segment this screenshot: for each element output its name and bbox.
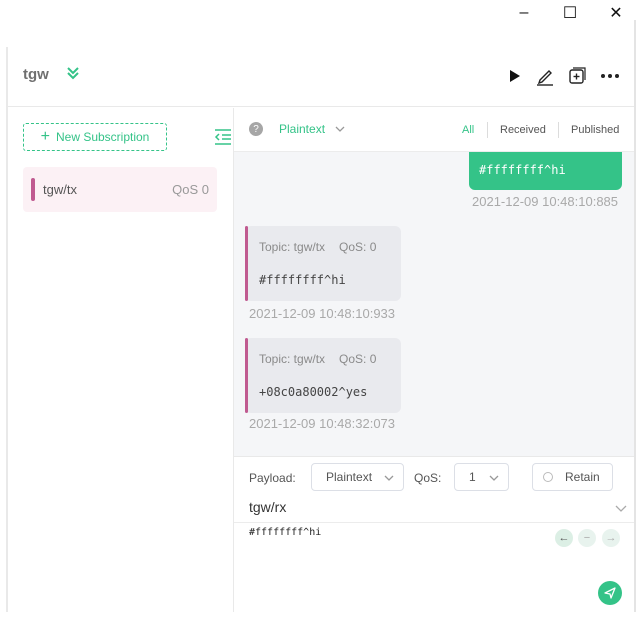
- filter-received[interactable]: Received: [500, 124, 546, 136]
- subscription-item[interactable]: tgw/tx QoS 0: [23, 167, 217, 212]
- message-qos: QoS: 0: [339, 352, 377, 366]
- subscription-sidebar: + New Subscription tgw/tx QoS 0: [8, 108, 234, 612]
- connection-name: tgw: [23, 66, 49, 83]
- new-subscription-button[interactable]: + New Subscription: [23, 123, 167, 151]
- new-window-icon: [569, 67, 586, 84]
- retain-toggle[interactable]: Retain: [532, 463, 613, 491]
- chevrons-down-icon[interactable]: [66, 65, 80, 81]
- minimize-icon: –: [519, 4, 529, 21]
- message-time: 2021-12-09 10:48:10:933: [249, 306, 396, 321]
- filter-published[interactable]: Published: [571, 124, 619, 136]
- filter-all[interactable]: All: [462, 124, 474, 136]
- qos-select[interactable]: 1: [454, 463, 509, 491]
- topic-input[interactable]: tgw/rx: [249, 499, 286, 515]
- publish-composer: Payload: Plaintext QoS: 1 Retain tgw/rx …: [234, 456, 634, 612]
- message-topic: Topic: tgw/tx: [259, 240, 326, 254]
- message-bubble-incoming[interactable]: Topic: tgw/tx QoS: 0 +08c0a80002^yes: [245, 338, 401, 413]
- message-bubble-outgoing[interactable]: #ffffffff^hi: [469, 152, 622, 190]
- payload-format-value: Plaintext: [326, 470, 373, 484]
- frame-border-right: [634, 20, 636, 612]
- history-back-button[interactable]: ←: [555, 529, 573, 547]
- minus-icon: −: [583, 532, 591, 544]
- close-icon: ✕: [609, 5, 623, 22]
- close-button[interactable]: ✕: [593, 0, 639, 26]
- subscription-qos: QoS 0: [172, 182, 209, 197]
- message-color-bar: [245, 226, 248, 301]
- chevron-down-icon: [489, 475, 499, 481]
- message-time: 2021-12-09 10:48:10:885: [472, 194, 619, 209]
- message-payload: #ffffffff^hi: [479, 163, 566, 177]
- filter-divider: [487, 122, 488, 138]
- new-window-button[interactable]: [566, 65, 588, 87]
- message-topic: Topic: tgw/tx: [259, 352, 326, 366]
- edit-icon: [537, 70, 553, 86]
- history-reset-button[interactable]: −: [578, 529, 596, 547]
- payload-format-select[interactable]: Plaintext: [311, 463, 404, 491]
- message-payload: +08c0a80002^yes: [259, 385, 368, 399]
- minimize-button[interactable]: –: [501, 0, 547, 26]
- message-toolbar: ? Plaintext All Received Published: [234, 108, 634, 152]
- retain-radio[interactable]: [543, 472, 553, 482]
- new-subscription-label: New Subscription: [55, 130, 150, 144]
- format-select[interactable]: Plaintext: [279, 122, 325, 136]
- more-icon: [601, 74, 619, 78]
- message-bubble-incoming[interactable]: Topic: tgw/tx QoS: 0 #ffffffff^hi: [245, 226, 401, 301]
- filter-divider: [558, 122, 559, 138]
- play-icon: [510, 70, 520, 82]
- collapse-sidebar-icon[interactable]: [214, 128, 232, 146]
- message-qos: QoS: 0: [339, 240, 377, 254]
- message-payload: #ffffffff^hi: [259, 273, 346, 287]
- retain-label: Retain: [565, 470, 600, 484]
- connection-header: tgw: [8, 47, 634, 107]
- maximize-icon: ☐: [562, 5, 578, 22]
- edit-button[interactable]: [534, 65, 556, 87]
- arrow-left-icon: ←: [558, 532, 570, 544]
- message-color-bar: [245, 338, 248, 413]
- plus-icon: +: [40, 128, 50, 145]
- chevron-down-icon[interactable]: [614, 503, 628, 515]
- window-titlebar: – ☐ ✕: [0, 0, 640, 26]
- qos-label: QoS:: [414, 471, 442, 485]
- play-button[interactable]: [504, 65, 526, 87]
- maximize-button[interactable]: ☐: [547, 0, 593, 26]
- topic-field[interactable]: tgw/rx: [234, 495, 634, 523]
- message-time: 2021-12-09 10:48:32:073: [249, 416, 396, 431]
- payload-label: Payload:: [249, 471, 296, 485]
- help-icon[interactable]: ?: [249, 122, 263, 136]
- arrow-right-icon: →: [605, 532, 617, 544]
- more-button[interactable]: [599, 65, 621, 87]
- payload-editor[interactable]: #ffffffff^hi: [249, 527, 321, 538]
- chevron-down-icon: [384, 475, 394, 481]
- send-icon: [604, 587, 616, 599]
- chevron-down-icon[interactable]: [334, 123, 346, 135]
- qos-value: 1: [469, 470, 476, 484]
- send-button[interactable]: [598, 581, 622, 605]
- history-forward-button[interactable]: →: [602, 529, 620, 547]
- subscription-topic: tgw/tx: [43, 182, 77, 197]
- subscription-color-bar: [31, 178, 35, 201]
